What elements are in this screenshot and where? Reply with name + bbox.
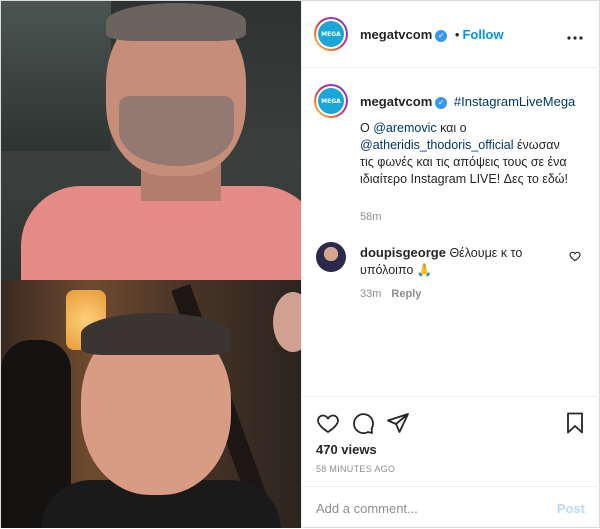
header-username[interactable]: megatvcom <box>360 27 432 42</box>
post-header: MEGA megatvcom ✓ • Follow <box>302 1 600 68</box>
post-comment-button[interactable]: Post <box>557 501 585 516</box>
caption-avatar[interactable]: MEGA <box>314 84 348 118</box>
post-timestamp: 58 MINUTES AGO <box>316 464 396 474</box>
live-guest-video-top <box>1 1 301 280</box>
heart-icon[interactable] <box>316 411 340 435</box>
post-sidebar: MEGA megatvcom ✓ • Follow MEGA megatvcom ✓ … <box>301 1 600 528</box>
video-media[interactable] <box>1 1 301 528</box>
view-count[interactable]: 470 views <box>316 442 377 457</box>
caption-text-part: Ο <box>360 121 374 135</box>
mention-atheridis[interactable]: @atheridis_thodoris_official <box>360 138 514 152</box>
mega-logo: MEGA <box>318 88 344 114</box>
comment-body: doupisgeorge Θέλουμε κ το υπόλοιπο 🙏 <box>360 244 560 279</box>
reply-button[interactable]: Reply <box>391 288 421 300</box>
action-bar: 470 views 58 MINUTES AGO Add a comment..… <box>302 396 600 528</box>
share-icon[interactable] <box>386 411 410 435</box>
follow-button[interactable]: Follow <box>462 27 503 42</box>
comment-meta: 33m Reply <box>360 288 421 300</box>
mega-logo: MEGA <box>318 21 344 47</box>
caption-timestamp[interactable]: 58m <box>360 211 381 223</box>
instagram-post: MEGA megatvcom ✓ • Follow MEGA megatvcom ✓ … <box>0 0 600 528</box>
caption-username[interactable]: megatvcom <box>360 94 432 109</box>
comment-username[interactable]: doupisgeorge <box>360 245 446 260</box>
add-comment-input[interactable]: Add a comment... <box>316 501 418 516</box>
verified-badge-icon: ✓ <box>435 29 448 42</box>
caption-text-part: και ο <box>436 121 467 135</box>
caption-text: Ο @aremovic και ο @atheridis_thodoris_of… <box>360 120 575 188</box>
comment-timestamp[interactable]: 33m <box>360 288 381 300</box>
more-options-icon[interactable] <box>567 27 583 45</box>
bookmark-icon[interactable] <box>563 411 587 435</box>
verified-badge-icon: ✓ <box>435 96 448 109</box>
comment-like-heart-icon[interactable] <box>569 250 581 262</box>
comment-icon[interactable] <box>351 411 375 435</box>
profile-avatar[interactable]: MEGA <box>314 17 348 51</box>
mention-aremovic[interactable]: @aremovic <box>373 121 436 135</box>
caption-hashtag[interactable]: #InstagramLiveMega <box>454 94 575 109</box>
live-host-video-bottom <box>1 280 301 528</box>
add-comment-bar: Add a comment... Post <box>302 486 600 529</box>
header-separator: • <box>454 27 460 42</box>
commenter-avatar[interactable] <box>316 242 346 272</box>
